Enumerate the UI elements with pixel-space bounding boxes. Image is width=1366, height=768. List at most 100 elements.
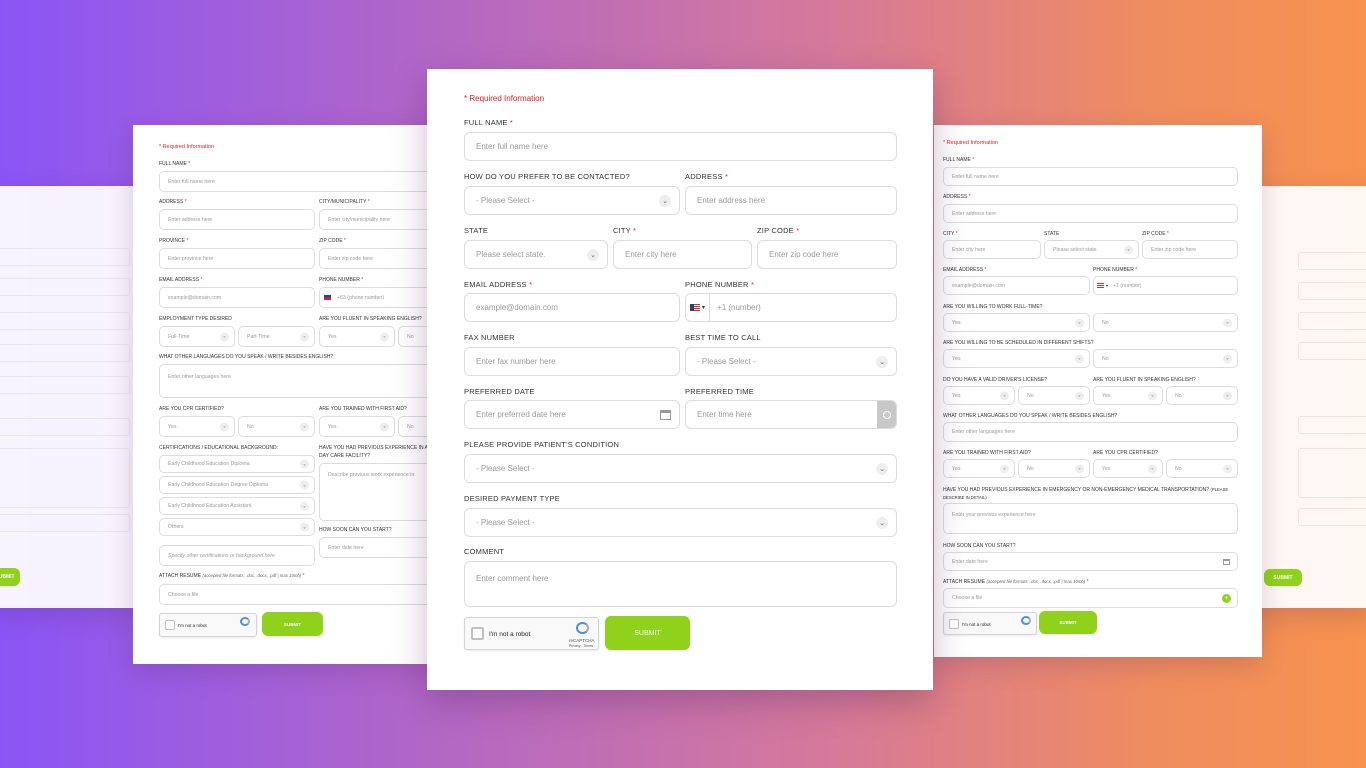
best-time-select[interactable]: - Please Select - ⌄ (685, 347, 897, 376)
chevron-down-icon: ⌄ (380, 332, 389, 341)
daycare-textarea[interactable]: Describe previous work experience in (319, 463, 433, 521)
state-select[interactable]: Please select state. ⌄ (464, 240, 608, 269)
fax-input[interactable]: Enter fax number here (464, 347, 680, 376)
shifts-yes-select[interactable]: Yes ⌄ (943, 349, 1090, 368)
cert-option-3[interactable]: Early Childhood Education Assistant ⌄ (159, 497, 315, 515)
english-no-select[interactable]: No ⌄ (1166, 386, 1238, 405)
resume-file-input[interactable]: Choose a file (159, 584, 433, 605)
main-submit-button[interactable]: SUBMIT (605, 616, 690, 650)
full-time-yes-select[interactable]: Yes ⌄ (943, 313, 1090, 332)
phone-input[interactable]: +63 (phone number) (319, 287, 433, 308)
first-aid-no-select[interactable]: No ⌄ (1018, 459, 1090, 478)
required-info-note: * Required Information (159, 144, 215, 150)
full-time-label: ARE YOU WILLING TO WORK FULL-TIME? (943, 304, 1043, 310)
full-name-input[interactable]: Enter full name here (464, 132, 897, 161)
state-label: STATE (464, 226, 489, 235)
zip-input[interactable]: Enter zip code here (757, 240, 897, 269)
zip-input[interactable]: Enter zip code here (319, 248, 433, 269)
back-left-submit-button[interactable]: SUBMIT (0, 568, 20, 586)
first-aid-yes-select[interactable]: Yes ⌄ (943, 459, 1015, 478)
chevron-down-icon: ⌄ (1000, 464, 1009, 473)
recaptcha-text: I'm not a robot (489, 631, 531, 638)
cert-option-1[interactable]: Early Childhood Education Diploma ⌄ (159, 455, 315, 473)
phone-input[interactable]: ▾ +1 (number) (685, 293, 897, 322)
english-yes-select[interactable]: Yes ⌄ (1093, 386, 1163, 405)
recaptcha-widget[interactable]: I'm not a robot reCAPTCHA Privacy - Term… (464, 617, 599, 650)
recaptcha-widget[interactable]: I'm not a robot (159, 613, 257, 637)
city-input[interactable]: Enter city here (943, 240, 1041, 259)
add-file-icon[interactable]: + (1222, 594, 1231, 603)
chevron-down-icon: ⌄ (1075, 464, 1084, 473)
languages-textarea[interactable]: Enter other languages here (159, 364, 433, 398)
resume-file-input[interactable]: Choose a file + (943, 588, 1238, 608)
languages-input[interactable]: Enter other languages here (943, 422, 1238, 442)
country-code-selector[interactable]: ▾ (686, 294, 711, 321)
first-aid-yes-select[interactable]: Yes ⌄ (319, 416, 395, 437)
back-left-field (0, 278, 130, 296)
zip-input[interactable]: Enter zip code here (1142, 240, 1238, 259)
cpr-no-select[interactable]: No ⌄ (238, 416, 315, 437)
recaptcha-checkbox[interactable] (165, 620, 175, 630)
left-submit-button[interactable]: SUBMIT (262, 612, 323, 636)
part-time-select[interactable]: Part-Time ⌄ (238, 326, 315, 347)
full-name-input[interactable]: Enter full name here (159, 171, 433, 192)
payment-type-select[interactable]: - Please Select - ⌄ (464, 508, 897, 537)
recaptcha-brand: reCAPTCHA (569, 638, 595, 643)
recaptcha-terms[interactable]: Privacy - Terms (569, 644, 593, 648)
right-submit-button[interactable]: SUBMIT (1039, 611, 1097, 634)
cpr-label: ARE YOU CPR CERTIFIED? (159, 406, 224, 412)
city-input[interactable]: Enter city here (613, 240, 752, 269)
calendar-icon[interactable] (660, 410, 671, 420)
cert-other-input[interactable]: Specify other certifications or backgrou… (159, 545, 315, 566)
address-input[interactable]: Enter address here (943, 204, 1238, 223)
languages-label: WHAT OTHER LANGUAGES DO YOU SPEAK / WRIT… (159, 354, 334, 360)
comment-textarea[interactable]: Enter comment here (464, 561, 897, 607)
state-select[interactable]: Please select state. ⌄ (1044, 240, 1139, 259)
chevron-down-icon: ⌄ (1223, 464, 1232, 473)
license-no-select[interactable]: No ⌄ (1018, 386, 1090, 405)
recaptcha-logo-icon (240, 617, 250, 626)
cert-option-4[interactable]: Others ⌄ (159, 518, 315, 536)
calendar-icon[interactable] (1223, 559, 1230, 565)
clock-icon[interactable] (877, 401, 896, 428)
shifts-no-select[interactable]: No ⌄ (1093, 349, 1238, 368)
full-time-select[interactable]: Full-Time ⌄ (159, 326, 235, 347)
full-time-no-select[interactable]: No ⌄ (1093, 313, 1238, 332)
license-yes-select[interactable]: Yes ⌄ (943, 386, 1015, 405)
back-right-field (1298, 282, 1366, 300)
email-input[interactable]: example@domain.com (943, 276, 1090, 295)
start-date-input[interactable]: Enter date here (943, 552, 1238, 571)
address-input[interactable]: Enter address here (685, 186, 897, 215)
chevron-down-icon: ⌄ (300, 422, 309, 431)
preferred-date-input[interactable]: Enter preferred date here (464, 400, 680, 429)
phone-label: PHONE NUMBER * (1093, 267, 1138, 273)
preferred-time-input[interactable]: Enter time here (685, 400, 897, 429)
address-input[interactable]: Enter address here (159, 209, 315, 230)
email-input[interactable]: example@domain.com (464, 293, 680, 322)
english-yes-select[interactable]: Yes ⌄ (319, 326, 395, 347)
cpr-yes-select[interactable]: Yes ⌄ (1093, 459, 1163, 478)
first-aid-label: ARE YOU TRAINED WITH FIRST AID? (943, 450, 1031, 456)
experience-label: HAVE YOU HAD PREVIOUS EXPERIENCE IN EMER… (943, 487, 1229, 500)
recaptcha-checkbox[interactable] (949, 619, 959, 629)
back-left-field (0, 344, 130, 362)
cert-option-2[interactable]: Early Childhood Education Degree Diploma… (159, 476, 315, 494)
cpr-no-select[interactable]: No ⌄ (1166, 459, 1238, 478)
phone-input[interactable]: ▾ +1 (number) (1093, 276, 1238, 295)
contact-preference-select[interactable]: - Please Select - ⌄ (464, 186, 680, 215)
right-form-card: * Required Information FULL NAME * Enter… (934, 125, 1262, 657)
experience-textarea[interactable]: Enter your previous experience here (943, 503, 1238, 534)
cpr-yes-select[interactable]: Yes ⌄ (159, 416, 235, 437)
start-date-input[interactable]: Enter date here (319, 537, 433, 558)
back-right-submit-button[interactable]: SUBMIT (1264, 569, 1302, 586)
recaptcha-widget[interactable]: I'm not a robot (943, 612, 1037, 635)
province-input[interactable]: Enter province here (159, 248, 315, 269)
back-left-field (0, 248, 130, 266)
full-name-input[interactable]: Enter full name here (943, 167, 1238, 186)
email-input[interactable]: example@domain.com (159, 287, 315, 308)
condition-select[interactable]: - Please Select - ⌄ (464, 454, 897, 483)
city-input[interactable]: Enter city/municipality here (319, 209, 433, 230)
recaptcha-checkbox[interactable] (471, 627, 484, 640)
first-aid-label: ARE YOU TRAINED WITH FIRST AID? (319, 406, 407, 412)
chevron-down-icon: ⌄ (1000, 391, 1009, 400)
